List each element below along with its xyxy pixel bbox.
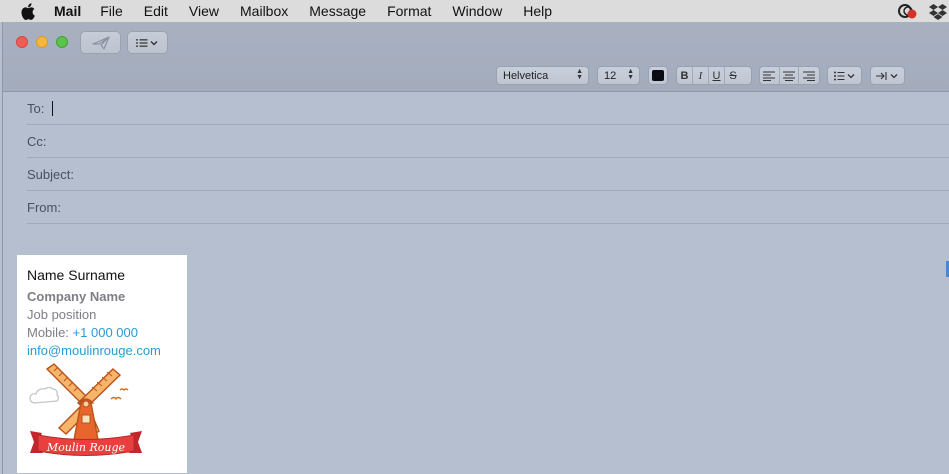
send-button[interactable] bbox=[80, 31, 121, 54]
menu-edit[interactable]: Edit bbox=[144, 3, 168, 19]
bullet-list-icon bbox=[833, 71, 854, 80]
compose-window: Helvetica ▲ ▼ 12 ▲ ▼ B I U S To: Cc: Sub… bbox=[2, 22, 949, 474]
list-icon bbox=[135, 38, 157, 47]
stepper-arrows-icon: ▲ ▼ bbox=[576, 68, 583, 81]
indent-button[interactable] bbox=[870, 66, 905, 85]
menu-app-name[interactable]: Mail bbox=[54, 3, 81, 19]
cc-field[interactable]: Cc: bbox=[27, 125, 949, 158]
signature-mobile: Mobile: +1 000 000 bbox=[27, 324, 187, 342]
menu-help[interactable]: Help bbox=[523, 3, 552, 19]
font-size-select[interactable]: 12 ▲ ▼ bbox=[597, 66, 640, 85]
subject-field[interactable]: Subject: bbox=[27, 158, 949, 191]
from-label: From: bbox=[27, 199, 61, 215]
font-family-value: Helvetica bbox=[503, 69, 549, 82]
list-style-button[interactable] bbox=[827, 66, 862, 85]
menu-mailbox[interactable]: Mailbox bbox=[240, 3, 288, 19]
indent-icon bbox=[875, 71, 897, 80]
mobile-number[interactable]: +1 000 000 bbox=[73, 325, 138, 340]
text-caret bbox=[52, 100, 54, 116]
font-size-value: 12 bbox=[604, 69, 617, 82]
menu-message[interactable]: Message bbox=[309, 3, 366, 19]
menu-view[interactable]: View bbox=[189, 3, 219, 19]
text-color-button[interactable] bbox=[648, 66, 668, 85]
color-swatch bbox=[652, 70, 664, 81]
menu-bar: Mail File Edit View Mailbox Message Form… bbox=[0, 0, 949, 22]
bold-button[interactable]: B bbox=[677, 67, 693, 84]
window-toolbar: Helvetica ▲ ▼ 12 ▲ ▼ B I U S bbox=[3, 22, 949, 92]
underline-button[interactable]: U bbox=[709, 67, 725, 84]
align-right-button[interactable] bbox=[799, 67, 819, 84]
logo-text: Moulin Rouge bbox=[46, 441, 126, 454]
strikethrough-button[interactable]: S bbox=[725, 67, 741, 84]
align-left-icon bbox=[763, 71, 776, 81]
font-family-select[interactable]: Helvetica ▲ ▼ bbox=[496, 66, 589, 85]
italic-button[interactable]: I bbox=[693, 67, 709, 84]
minimize-window-button[interactable] bbox=[36, 36, 48, 48]
subject-label: Subject: bbox=[27, 166, 74, 182]
status-extension-icon[interactable] bbox=[897, 2, 919, 20]
apple-icon[interactable] bbox=[21, 2, 39, 20]
dropbox-icon[interactable] bbox=[929, 2, 947, 20]
align-center-button[interactable] bbox=[780, 67, 800, 84]
signature-company: Company Name bbox=[27, 289, 126, 304]
alignment-group bbox=[759, 66, 820, 85]
signature-position: Job position bbox=[27, 307, 97, 322]
email-signature: Name Surname Company Name Job position M… bbox=[17, 255, 187, 473]
text-style-group: B I U S bbox=[676, 66, 752, 85]
signature-name: Name Surname bbox=[27, 267, 126, 283]
header-fields-button[interactable] bbox=[127, 31, 168, 54]
menu-file[interactable]: File bbox=[100, 3, 123, 19]
mobile-label: Mobile: bbox=[27, 325, 69, 340]
menu-window[interactable]: Window bbox=[452, 3, 502, 19]
align-center-icon bbox=[783, 71, 795, 81]
signature-email[interactable]: info@moulinrouge.com bbox=[27, 342, 187, 360]
menu-format[interactable]: Format bbox=[387, 3, 431, 19]
to-label: To: bbox=[27, 100, 45, 116]
zoom-window-button[interactable] bbox=[56, 36, 68, 48]
paper-plane-icon bbox=[91, 35, 110, 50]
from-field[interactable]: From: bbox=[27, 191, 949, 224]
moulin-rouge-logo: Moulin Rouge bbox=[29, 363, 142, 456]
align-right-icon bbox=[803, 71, 816, 81]
cc-label: Cc: bbox=[27, 133, 47, 149]
to-field[interactable]: To: bbox=[27, 92, 949, 125]
stepper-arrows-icon: ▲ ▼ bbox=[627, 68, 634, 81]
close-window-button[interactable] bbox=[16, 36, 28, 48]
align-left-button[interactable] bbox=[760, 67, 780, 84]
